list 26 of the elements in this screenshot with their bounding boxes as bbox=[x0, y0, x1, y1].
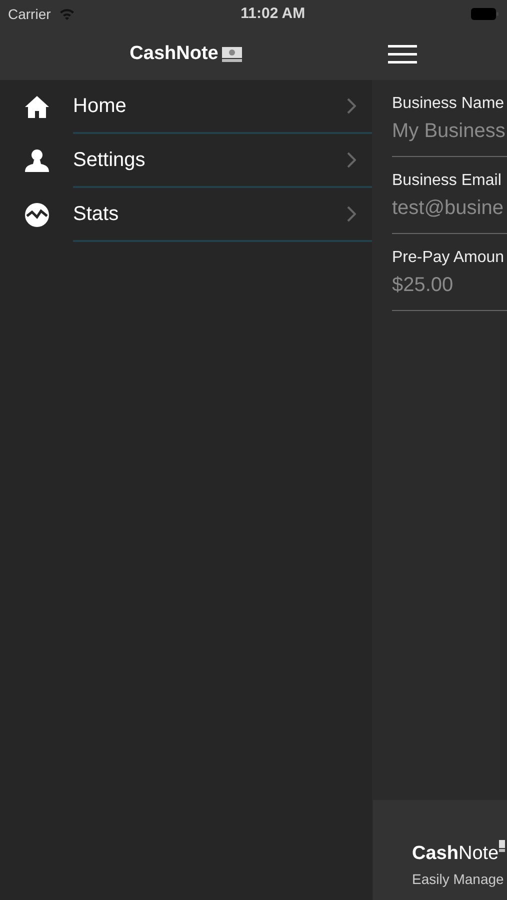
money-icon bbox=[222, 46, 242, 62]
carrier-label: Carrier bbox=[8, 4, 51, 24]
field-value[interactable]: test@busine bbox=[392, 193, 507, 223]
field-label: Pre-Pay Amoun bbox=[392, 248, 506, 268]
home-icon bbox=[24, 94, 50, 120]
menu-label: Settings bbox=[73, 148, 146, 173]
battery-icon bbox=[471, 8, 499, 20]
footer-title: CashNote bbox=[412, 842, 499, 866]
field-value[interactable]: My Business bbox=[392, 116, 507, 146]
field-label: Business Name bbox=[392, 94, 506, 114]
person-icon bbox=[24, 148, 50, 174]
menu-label: Stats bbox=[73, 202, 120, 227]
money-icon bbox=[498, 840, 505, 852]
stats-icon bbox=[24, 202, 50, 228]
field-value[interactable]: $25.00 bbox=[392, 270, 507, 300]
chevron-icon bbox=[347, 98, 356, 114]
wifi-icon bbox=[58, 8, 75, 20]
menu-item[interactable]: Stats bbox=[0, 188, 372, 242]
app-title: CashNote bbox=[130, 42, 218, 66]
chevron-icon bbox=[347, 206, 356, 222]
menu-button[interactable] bbox=[388, 42, 417, 66]
chevron-icon bbox=[347, 152, 356, 168]
field-label: Business Email bbox=[392, 171, 502, 191]
status-time: 11:02 AM bbox=[240, 4, 306, 24]
footer-subtitle: Easily Manage bbox=[412, 870, 505, 889]
menu-label: Home bbox=[73, 94, 128, 119]
